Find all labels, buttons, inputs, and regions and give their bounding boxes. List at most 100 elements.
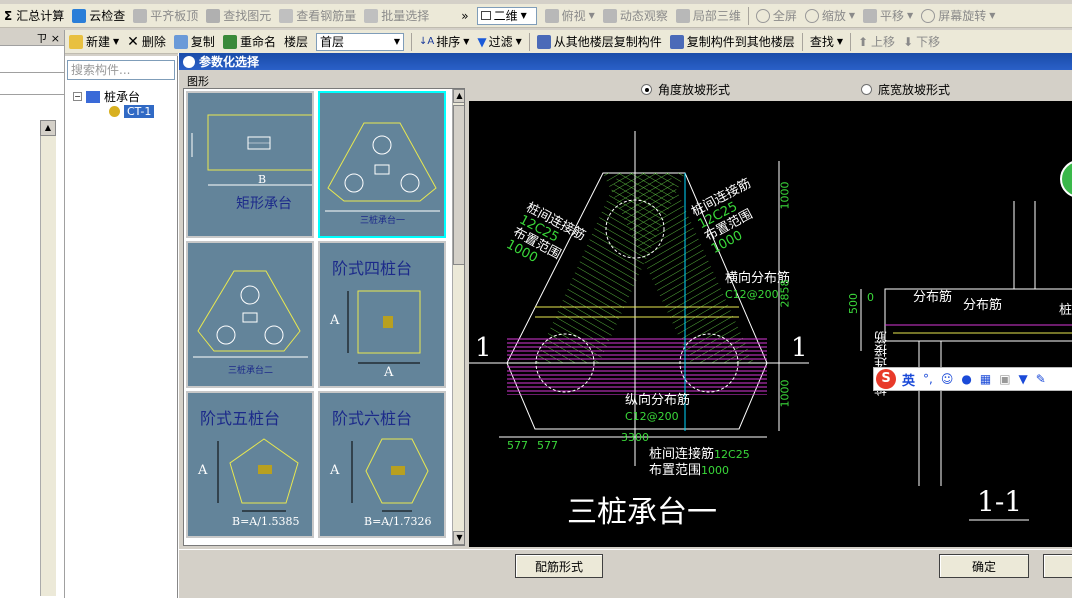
move-down-button[interactable]: ⬇ 下移	[899, 31, 944, 53]
mic-icon: ●	[961, 372, 972, 386]
section-dim-500: 500	[847, 293, 860, 314]
thumb-label: 三桩承台二	[228, 366, 274, 376]
chevron-down-icon: ▼	[113, 37, 120, 46]
copy-to-floor-button[interactable]: 复制构件到其他楼层	[666, 31, 799, 53]
smile-icon: ☺	[940, 372, 954, 386]
view-rebar-button[interactable]: 查看钢筋量	[275, 5, 360, 27]
collapse-icon[interactable]: −	[73, 92, 82, 101]
chevron-down-icon: ▼	[588, 11, 595, 20]
fullscreen-button[interactable]: 全屏	[752, 5, 801, 27]
rebar-form-button[interactable]: 配筋形式	[515, 554, 603, 578]
floor-select[interactable]: 首层 ▼	[312, 31, 408, 53]
component-icon	[109, 106, 120, 117]
dim-1000-top: 1000	[778, 181, 792, 210]
filter-button[interactable]: ▼ 过滤 ▼	[473, 31, 525, 53]
tree-child[interactable]: CT-1	[109, 105, 155, 118]
cloud-check-button[interactable]: 云检查	[68, 5, 129, 27]
search-input[interactable]: 搜索构件...	[67, 60, 175, 80]
flat-slab-button[interactable]: 平齐板顶	[129, 5, 202, 27]
thumb-label: 阶式六桩台	[332, 409, 413, 428]
drawing-canvas[interactable]: 三桩承台一 1-1 1 1 桩间连接筋 12C25 布置范围 1000 桩间连接…	[469, 101, 1072, 547]
tree-root[interactable]: − 桩承台	[73, 88, 140, 105]
radio-angle[interactable]: 角度放坡形式	[641, 81, 730, 98]
thumb-three-pile-1[interactable]: 三桩承台一	[318, 91, 446, 238]
slab-icon	[133, 8, 148, 23]
pan-button[interactable]: 平移 ▼	[859, 5, 917, 27]
dim-a: A	[330, 313, 340, 328]
ime-toolbar[interactable]: S 英 °, ☺ ● ▦ ▣ ▼ ✎	[873, 367, 1072, 391]
group-label: 图形	[187, 75, 209, 88]
thumb-rect[interactable]: B 矩形承台	[186, 91, 319, 238]
copy-button[interactable]: 复制	[170, 31, 219, 53]
zoom-button[interactable]: 缩放 ▼	[801, 5, 859, 27]
navigation-panel: ㄗ × ▲	[0, 30, 65, 598]
drawing-title: 三桩承台一	[567, 495, 717, 530]
zoom-icon	[804, 8, 819, 23]
thumb-scrollbar[interactable]: ▲ ▼	[452, 89, 464, 545]
sort-button[interactable]: ↓A 排序 ▼	[415, 31, 473, 53]
divider	[849, 32, 851, 51]
panel-header: ㄗ ×	[0, 30, 64, 46]
check-icon	[72, 8, 87, 23]
slope-mode-radios: 角度放坡形式 底宽放坡形式	[469, 75, 1072, 101]
sum-button[interactable]: Σ 汇总计算	[0, 5, 68, 27]
ok-button[interactable]: 确定	[939, 554, 1029, 578]
delete-button[interactable]: ✕ 删除	[123, 31, 170, 53]
scroll-up-icon[interactable]: ▲	[453, 89, 464, 103]
view-mode-select[interactable]: 二维 ▼	[473, 5, 541, 27]
thumb-dim: B	[258, 173, 267, 186]
move-up-button[interactable]: ⬆ 上移	[854, 31, 899, 53]
chevron-down-icon: ▼	[848, 11, 856, 20]
top-view-button[interactable]: 俯视 ▼	[541, 5, 599, 27]
down-arrow-icon: ⬇	[903, 34, 914, 49]
delete-icon: ✕	[127, 33, 139, 50]
floor-copy-icon	[669, 34, 684, 49]
left-scrollbar[interactable]	[40, 120, 56, 596]
thumb-step-five[interactable]: 阶式五桩台 A B=A/1.5385	[186, 391, 314, 538]
dynamic-view-button[interactable]: 动态观察	[599, 5, 672, 27]
sigma-icon: Σ	[4, 8, 13, 23]
local-3d-button[interactable]: 局部三维	[672, 5, 745, 27]
chevron-down-icon: ▼	[836, 37, 843, 46]
dim-2858: 2858	[778, 279, 792, 308]
thumb-step-six[interactable]: 阶式六桩台 A B=A/1.7326	[318, 391, 446, 538]
radio-empty-icon	[861, 84, 872, 95]
section-mark-left: 1	[475, 333, 492, 363]
find-button[interactable]: 查找 ▼	[806, 31, 847, 53]
scroll-up-icon[interactable]: ▲	[40, 120, 56, 136]
new-button[interactable]: 新建 ▼	[65, 31, 123, 53]
rename-icon	[222, 34, 237, 49]
section-dim-0: 0	[867, 291, 874, 304]
pin-close-buttons[interactable]: ㄗ ×	[36, 32, 60, 45]
pile-cap-icon	[86, 90, 100, 103]
batch-select-button[interactable]: 批量选择	[360, 5, 433, 27]
more-chevron[interactable]: »	[457, 5, 472, 27]
scroll-down-icon[interactable]: ▼	[453, 531, 464, 545]
dim-577-b: 577	[537, 439, 558, 452]
dim-577-a: 577	[507, 439, 528, 452]
rotate-button[interactable]: 屏幕旋转 ▼	[917, 5, 999, 27]
binoculars-icon	[206, 8, 221, 23]
divider	[528, 32, 530, 51]
copy-from-floor-button[interactable]: 从其他楼层复制构件	[533, 31, 666, 53]
section-label-dist2: 分布筋	[963, 298, 1003, 313]
chevron-down-icon: ▼	[907, 11, 914, 20]
3d-icon	[675, 8, 690, 23]
thumb-label: 矩形承台	[236, 196, 292, 212]
thumb-step-four[interactable]: 阶式四桩台 A A	[318, 241, 446, 388]
parametric-dialog: 参数化选择 图形 B 矩形承台 三桩承台一 三桩承台二 阶式四桩台 A A 阶式…	[178, 53, 1072, 598]
chevron-down-icon: ▼	[515, 37, 522, 46]
radio-bottom-width[interactable]: 底宽放坡形式	[861, 81, 950, 98]
rotate-icon	[921, 8, 936, 23]
scroll-thumb[interactable]	[453, 105, 464, 265]
thumb-three-pile-2[interactable]: 三桩承台二	[186, 241, 314, 388]
find-element-button[interactable]: 查找图元	[202, 5, 275, 27]
cube-icon	[544, 8, 559, 23]
app-icon	[183, 55, 195, 68]
thumb-label: 阶式四桩台	[332, 259, 413, 278]
dim-formula: B=A/1.7326	[364, 515, 432, 528]
divider	[747, 6, 749, 25]
cancel-button[interactable]	[1043, 554, 1072, 578]
pile-cap-drawing	[469, 131, 1072, 521]
rename-button[interactable]: 重命名	[219, 31, 280, 53]
